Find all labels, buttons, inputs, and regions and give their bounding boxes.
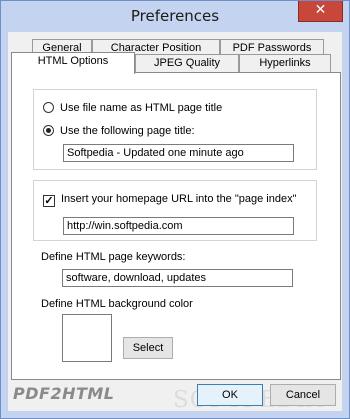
cancel-button[interactable]: Cancel (270, 384, 336, 406)
radio-indicator[interactable] (43, 125, 54, 136)
radio-use-filename[interactable]: Use file name as HTML page title (43, 102, 222, 114)
select-color-button[interactable]: Select (123, 337, 173, 359)
homepage-checkbox[interactable]: ✓ (43, 195, 55, 207)
radio-indicator[interactable] (43, 102, 54, 113)
window-title: Preferences (130, 7, 220, 25)
preferences-window: Preferences ✕ General Character Position… (0, 0, 350, 419)
keywords-input[interactable]: software, download, updates (62, 269, 293, 287)
radio-label: Use file name as HTML page title (60, 102, 223, 114)
dialog-client-area: General Character Position PDF Passwords… (8, 32, 342, 413)
page-title-input[interactable]: Softpedia - Updated one minute ago (63, 144, 294, 162)
homepage-checkbox-row[interactable]: ✓ Insert your homepage URL into the "page… (43, 193, 297, 207)
checkbox-label: Insert your homepage URL into the "page … (61, 193, 297, 205)
tab-label: JPEG Quality (153, 57, 221, 69)
tab-label: HTML Options (37, 55, 109, 67)
tab-hyperlinks[interactable]: Hyperlinks (239, 54, 331, 73)
close-button[interactable]: ✕ (298, 1, 343, 22)
homepage-url-group: ✓ Insert your homepage URL into the "page… (33, 180, 317, 241)
product-brand-logo: PDF2HTML (13, 384, 115, 403)
tab-label: PDF Passwords (232, 42, 312, 54)
background-color-label: Define HTML background color (41, 298, 193, 310)
title-bar[interactable]: Preferences ✕ (1, 1, 349, 32)
ok-button[interactable]: OK (197, 384, 263, 406)
background-color-swatch (62, 314, 112, 362)
page-title-group: Use file name as HTML page title Use the… (33, 89, 317, 170)
tab-jpeg-quality[interactable]: JPEG Quality (135, 54, 239, 73)
tab-html-options[interactable]: HTML Options (11, 52, 135, 74)
tab-label: Hyperlinks (259, 57, 311, 69)
radio-use-following-title[interactable]: Use the following page title: (43, 125, 195, 137)
keywords-label: Define HTML page keywords: (41, 251, 186, 263)
close-icon: ✕ (314, 2, 327, 18)
homepage-url-input[interactable]: http://win.softpedia.com (63, 217, 294, 235)
html-options-panel: Use file name as HTML page title Use the… (11, 72, 341, 380)
radio-label: Use the following page title: (60, 125, 195, 137)
